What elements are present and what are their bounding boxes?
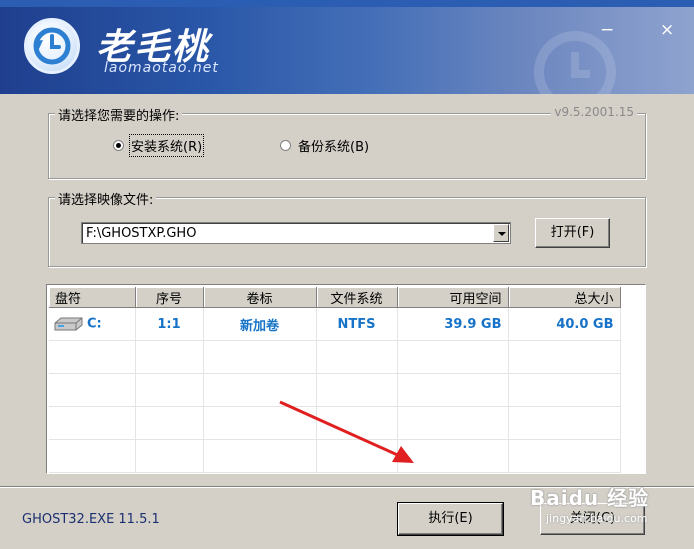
operation-group: 请选择您需要的操作: v9.5.2001.15 安装系统(R) 备份系统(B) bbox=[48, 105, 646, 179]
drive-letter: C: bbox=[87, 316, 102, 332]
radio-checked-icon bbox=[113, 140, 124, 151]
execute-button[interactable]: 执行(E) bbox=[397, 502, 504, 536]
empty-row bbox=[49, 439, 621, 473]
minimize-icon[interactable]: − bbox=[600, 22, 614, 39]
chevron-down-icon[interactable] bbox=[493, 224, 509, 242]
close-icon[interactable]: × bbox=[660, 22, 674, 39]
empty-row bbox=[49, 406, 621, 440]
title-bar[interactable]: 老毛桃 laomaotao.net − × bbox=[0, 0, 694, 94]
partition-table: 盘符 序号 卷标 文件系统 可用空间 总大小 C: 1:1 新加卷 NTFS 3… bbox=[46, 284, 646, 474]
volume-label-cell: 新加卷 bbox=[203, 307, 317, 341]
table-row[interactable]: C: 1:1 新加卷 NTFS 39.9 GB 40.0 GB bbox=[49, 307, 621, 341]
table-header-row: 盘符 序号 卷标 文件系统 可用空间 总大小 bbox=[49, 287, 621, 308]
image-file-value: F:\GHOSTXP.GHO bbox=[86, 226, 197, 241]
backup-system-radio[interactable]: 备份系统(B) bbox=[280, 136, 369, 155]
install-system-radio[interactable]: 安装系统(R) bbox=[113, 134, 205, 157]
index-cell: 1:1 bbox=[135, 307, 204, 341]
radio-unchecked-icon bbox=[280, 140, 291, 151]
total-size-cell: 40.0 GB bbox=[508, 307, 621, 341]
version-label: v9.5.2001.15 bbox=[551, 105, 637, 119]
column-header[interactable]: 文件系统 bbox=[316, 287, 398, 308]
hard-drive-icon bbox=[54, 317, 83, 331]
backup-system-label: 备份系统(B) bbox=[298, 140, 370, 155]
brand-domain: laomaotao.net bbox=[104, 60, 219, 76]
image-file-group: 请选择映像文件: F:\GHOSTXP.GHO 打开(F) bbox=[48, 189, 646, 267]
free-space-cell: 39.9 GB bbox=[397, 307, 509, 341]
open-file-button[interactable]: 打开(F) bbox=[535, 218, 610, 248]
file-system-cell: NTFS bbox=[316, 307, 398, 341]
empty-row bbox=[49, 373, 621, 407]
baidu-watermark: Baidu 经验 bbox=[530, 486, 650, 510]
empty-row bbox=[49, 340, 621, 374]
image-file-group-label: 请选择映像文件: bbox=[55, 189, 157, 208]
clock-logo-icon bbox=[24, 18, 80, 74]
column-header[interactable]: 序号 bbox=[135, 287, 204, 308]
column-header[interactable]: 总大小 bbox=[508, 287, 621, 308]
column-header[interactable]: 可用空间 bbox=[397, 287, 509, 308]
title-top-strip bbox=[0, 0, 694, 7]
baidu-watermark-url: jingyan.baidu.com bbox=[546, 512, 648, 525]
install-system-label: 安装系统(R) bbox=[128, 134, 205, 157]
image-file-select[interactable]: F:\GHOSTXP.GHO bbox=[81, 222, 511, 244]
drive-cell: C: bbox=[49, 307, 136, 341]
ghost-version-label: GHOST32.EXE 11.5.1 bbox=[22, 512, 160, 527]
column-header[interactable]: 卷标 bbox=[203, 287, 317, 308]
column-header[interactable]: 盘符 bbox=[49, 287, 136, 308]
operation-group-label: 请选择您需要的操作: bbox=[55, 105, 183, 124]
